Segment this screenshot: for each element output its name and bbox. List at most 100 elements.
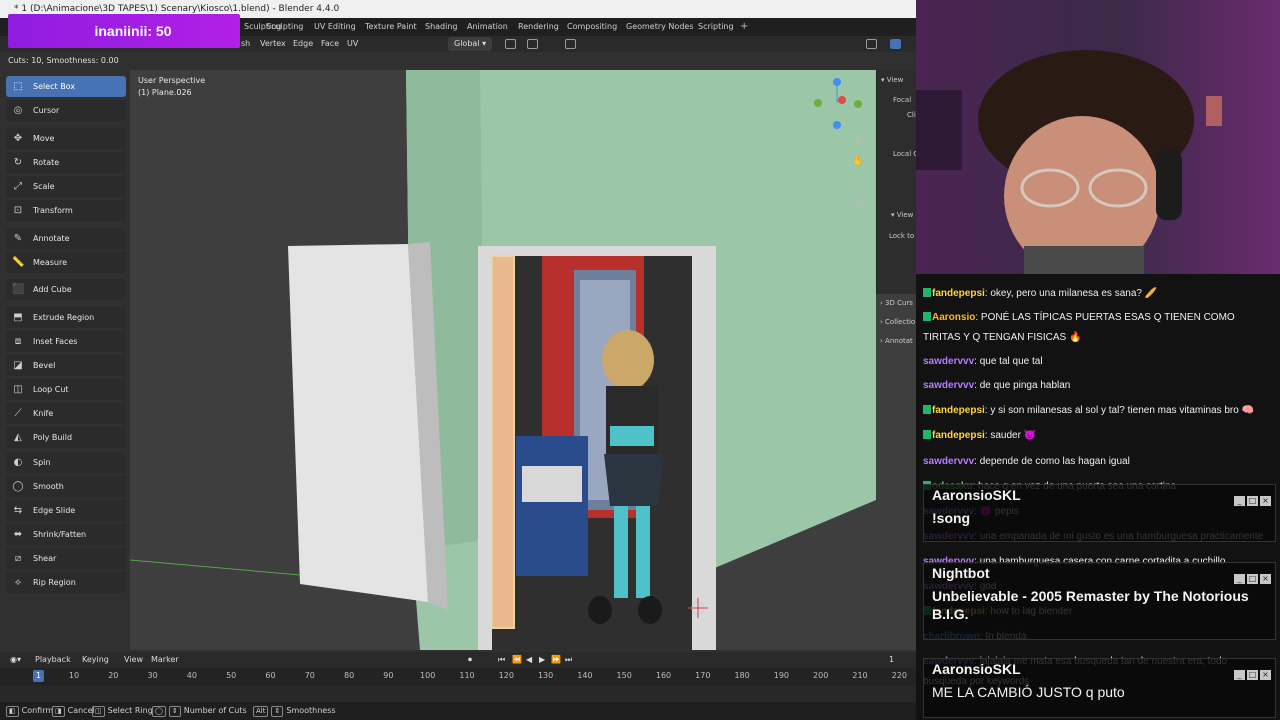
prev-key-icon[interactable]: ⏪ — [512, 652, 522, 668]
timeline-ruler[interactable]: 1 10 20 30 40 50 60 70 80 90 100 110 120 130 140 150 16… — [0, 668, 916, 686]
menu-uv[interactable]: UV — [347, 36, 358, 52]
maximize-icon[interactable]: □ — [1247, 670, 1258, 680]
tool-shelf: ⬚ Select Box ◎ Cursor ✥ Move ↻ Rotate ⤢ Scale ⊡ Tra… — [6, 76, 128, 596]
chat-username[interactable]: Aaronsio — [932, 312, 975, 323]
tool-move[interactable]: ✥ Move — [6, 128, 126, 149]
next-key-icon[interactable]: ⏩ — [551, 652, 561, 668]
play-icon[interactable]: ▶ — [539, 652, 545, 668]
pivot-icon[interactable] — [505, 39, 516, 49]
3d-viewport[interactable]: User Perspective (1) Plane.026 ⊕ ✋ ⌖ ⊞ ▾… — [130, 70, 916, 650]
minimize-icon[interactable]: _ — [1234, 574, 1245, 584]
status-select-ring-text: Select Ring — [107, 706, 153, 715]
timeline-body[interactable] — [0, 686, 916, 702]
tool-knife[interactable]: ⟋ Knife — [6, 403, 126, 424]
chat-username[interactable]: fandepepsi — [932, 405, 985, 416]
menu-marker[interactable]: Marker — [151, 652, 179, 668]
record-icon[interactable]: ⏺ — [468, 652, 472, 668]
minimize-icon[interactable]: _ — [1234, 496, 1245, 506]
overlay-icon[interactable] — [866, 39, 877, 49]
tab-uv-editing[interactable]: UV Editing — [314, 18, 356, 36]
tool-rotate[interactable]: ↻ Rotate — [6, 152, 126, 173]
np-section-annotations[interactable]: › Annotat — [880, 337, 913, 345]
menu-edge[interactable]: Edge — [293, 36, 313, 52]
proportional-edit-icon[interactable] — [565, 39, 576, 49]
np-lock-label: Lock to — [889, 232, 915, 240]
tool-label: Inset Faces — [33, 337, 78, 346]
close-icon[interactable]: × — [1260, 670, 1271, 680]
chat-username[interactable]: sawdervvv — [923, 456, 974, 467]
tool-bevel[interactable]: ◪ Bevel — [6, 355, 126, 376]
ortho-grid-icon[interactable]: ⊞ — [852, 197, 864, 209]
tool-shrink-fatten[interactable]: ⬌ Shrink/Fatten — [6, 524, 126, 545]
tool-spin[interactable]: ◐ Spin — [6, 452, 126, 473]
chat-username[interactable]: sawdervvv — [923, 356, 974, 367]
tool-annotate[interactable]: ✎ Annotate — [6, 228, 126, 249]
zoom-icon[interactable]: ⊕ — [852, 136, 864, 148]
close-icon[interactable]: × — [1260, 574, 1271, 584]
tool-scale[interactable]: ⤢ Scale — [6, 176, 126, 197]
chat-username[interactable]: sawdervvv — [923, 380, 974, 391]
tab-shading[interactable]: Shading — [425, 18, 458, 36]
reverse-play-icon[interactable]: ◀ — [526, 652, 532, 668]
move-icon: ✥ — [13, 133, 23, 144]
tool-extrude[interactable]: ⬒ Extrude Region — [6, 307, 126, 328]
np-view-title[interactable]: ▾ View — [881, 76, 903, 84]
chat-username[interactable]: fandepepsi — [932, 430, 985, 441]
jump-start-icon[interactable]: ⏮ — [498, 652, 505, 668]
tab-texture-paint[interactable]: Texture Paint — [365, 18, 417, 36]
camera-view-icon[interactable]: ⌖ — [852, 177, 864, 189]
menu-view[interactable]: View — [124, 652, 143, 668]
notification-window-buttons: _ □ × — [1232, 662, 1271, 681]
tool-poly-build[interactable]: ◭ Poly Build — [6, 427, 126, 448]
rotate-icon: ↻ — [13, 157, 23, 168]
tab-scripting[interactable]: Scripting — [698, 18, 734, 36]
tool-inset[interactable]: ⧈ Inset Faces — [6, 331, 126, 352]
tool-shear[interactable]: ⧄ Shear — [6, 548, 126, 569]
notification-body: Unbelievable - 2005 Remaster by The Noto… — [932, 588, 1249, 622]
editor-type-icon[interactable]: ◉▾ — [10, 652, 21, 668]
np-view2-title[interactable]: ▾ View — [891, 211, 913, 219]
timeline-tick: 40 — [186, 671, 197, 680]
current-frame-field[interactable]: 1 — [889, 652, 894, 668]
menu-playback[interactable]: Playback — [35, 652, 71, 668]
menu-vertex[interactable]: Vertex — [260, 36, 286, 52]
chat-badge-icon — [923, 430, 931, 439]
playhead[interactable]: 1 — [33, 670, 44, 682]
measure-icon: 📏 — [12, 257, 25, 268]
timeline-header: ◉▾ Playback Keying View Marker ⏺ ⏮ ⏪ ◀ ▶… — [0, 652, 916, 668]
jump-end-icon[interactable]: ⏭ — [565, 652, 572, 668]
pan-hand-icon[interactable]: ✋ — [852, 156, 864, 168]
tool-measure[interactable]: 📏 Measure — [6, 252, 126, 273]
maximize-icon[interactable]: □ — [1247, 496, 1258, 506]
tool-smooth[interactable]: ◯ Smooth — [6, 476, 126, 497]
tool-loop-cut[interactable]: ◫ Loop Cut — [6, 379, 126, 400]
tool-rip[interactable]: ⟡ Rip Region — [6, 572, 126, 593]
menu-face[interactable]: Face — [321, 36, 339, 52]
tool-cursor[interactable]: ◎ Cursor — [6, 100, 126, 121]
minimize-icon[interactable]: _ — [1234, 670, 1245, 680]
tab-compositing[interactable]: Compositing — [567, 18, 617, 36]
snap-icon[interactable] — [527, 39, 538, 49]
tool-transform[interactable]: ⊡ Transform — [6, 200, 126, 221]
chat-username[interactable]: fandepepsi — [932, 288, 985, 299]
tab-rendering[interactable]: Rendering — [518, 18, 559, 36]
tab-geometry-nodes[interactable]: Geometry Nodes — [626, 18, 693, 36]
tool-add-cube[interactable]: ⬛ Add Cube — [6, 279, 126, 300]
timeline-tick: 170 — [695, 671, 711, 680]
tool-edge-slide[interactable]: ⇆ Edge Slide — [6, 500, 126, 521]
stream-goal-overlay: inaniinii: 50 — [8, 14, 240, 48]
np-section-3d-cursor[interactable]: › 3D Curs — [880, 299, 913, 307]
tool-label: Loop Cut — [33, 385, 69, 394]
maximize-icon[interactable]: □ — [1247, 574, 1258, 584]
tab-sculpting-label[interactable]: Sculpting — [266, 18, 303, 36]
tool-select-box[interactable]: ⬚ Select Box — [6, 76, 126, 97]
close-icon[interactable]: × — [1260, 496, 1271, 506]
tab-animation[interactable]: Animation — [467, 18, 508, 36]
np-section-collection[interactable]: › Collectio — [880, 318, 915, 326]
menu-keying[interactable]: Keying — [82, 652, 109, 668]
chat-text: okey, pero una milanesa es sana? 🥖 — [990, 288, 1158, 299]
extrude-icon: ⬒ — [13, 312, 23, 323]
add-workspace-icon[interactable]: + — [740, 18, 748, 36]
transform-orientation-dropdown[interactable]: Global ▾ — [448, 37, 493, 51]
xray-icon[interactable] — [890, 39, 901, 49]
